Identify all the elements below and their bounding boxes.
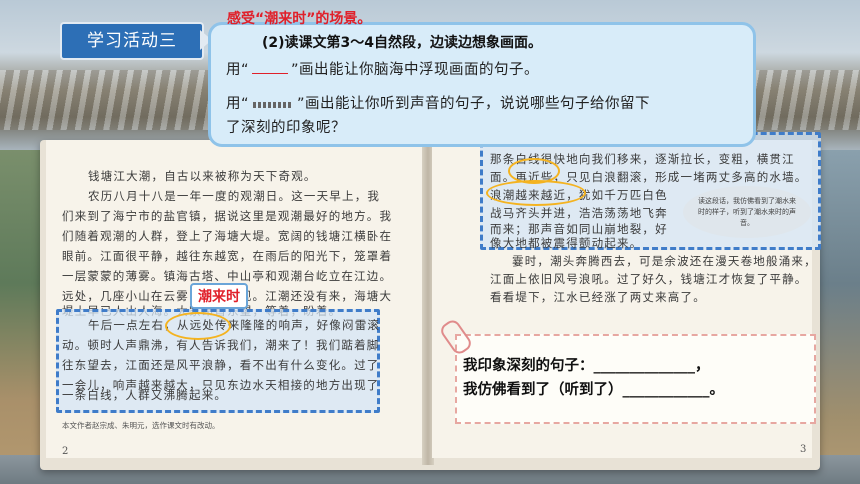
paragraph-line: 午后一点左右，从远处传来隆隆的响声，好像闷雷滚 — [88, 318, 381, 332]
label-chaolaishi: 潮来时 — [190, 283, 248, 309]
paragraph-line: 一条白线，人群又沸腾起来。 — [62, 388, 228, 402]
paragraph-line: 看看堤下，江水已经涨了两丈来高了。 — [490, 290, 706, 304]
footnote: 本文作者赵宗成、朱明元，选作课文时有改动。 — [62, 421, 220, 430]
note-line-2: 我仿佛看到了（听到了）____________。 — [463, 382, 724, 398]
task-instruction-3: 了深刻的印象呢？ — [226, 120, 346, 136]
paragraph-line: 钱塘江大潮，自古以来被称为天下奇观。 — [88, 169, 317, 183]
paragraph-line: 们来到了海宁市的盐官镇，据说这里是观潮最好的地方。我 — [62, 209, 393, 223]
task-text: ”画出能让你脑海中浮现画面的句子。 — [291, 62, 540, 78]
task-text: ”画出能让你听到声音的句子，说说哪些句子给你留下 — [297, 96, 651, 112]
paragraph-line: 江面上依旧风号浪吼。过了好久，钱塘江才恢复了平静。 — [490, 272, 808, 286]
note-line-1: 我印象深刻的句子：______________， — [463, 358, 710, 374]
task-title: 感受“潮来时”的场景。 — [227, 11, 372, 27]
paragraph-line: 农历八月十八是一年一度的观潮日。这一天早上，我 — [88, 189, 381, 203]
task-instruction-2: 用“ ”画出能让你听到声音的句子，说说哪些句子给你留下 — [226, 92, 650, 113]
paragraph-line: 像大地都被震得颤动起来。 — [490, 236, 643, 250]
task-text: 用“ — [226, 96, 250, 112]
red-line-mark — [252, 73, 289, 74]
paragraph-line: 动。顿时人声鼎沸，有人告诉我们，潮来了！我们踮着脚 — [62, 338, 380, 352]
highlight-oval — [486, 180, 586, 206]
task-subtitle: (2)读课文第3～4自然段，边读边想象画面。 — [262, 35, 543, 51]
paragraph-line: 霎时，潮头奔腾西去，可是余波还在漫天卷地般涌来， — [512, 254, 817, 268]
task-instruction-1: 用“ ”画出能让你脑海中浮现画面的句子。 — [226, 58, 539, 79]
page-number-right: 3 — [800, 444, 807, 455]
wavy-line-mark — [253, 102, 294, 108]
paragraph-line: 眼前。江面很平静，越往东越宽，在雨后的阳光下，笼罩着 — [62, 249, 393, 263]
paragraph-line: 们随着观潮的人群，登上了海塘大堤。宽阔的钱塘江横卧在 — [62, 229, 393, 243]
paragraph-line: 往东望去，江面还是风平浪静，看不出有什么变化。过了 — [62, 358, 380, 372]
page-number-left: 2 — [62, 446, 69, 457]
highlight-oval — [165, 312, 231, 340]
thought-bubble: 读这段话，我仿佛看到了潮水来时的样子，听到了潮水来时的声音。 — [683, 186, 811, 238]
activity-badge: 学习活动三 — [60, 22, 204, 60]
task-text: 用“ — [226, 62, 250, 78]
